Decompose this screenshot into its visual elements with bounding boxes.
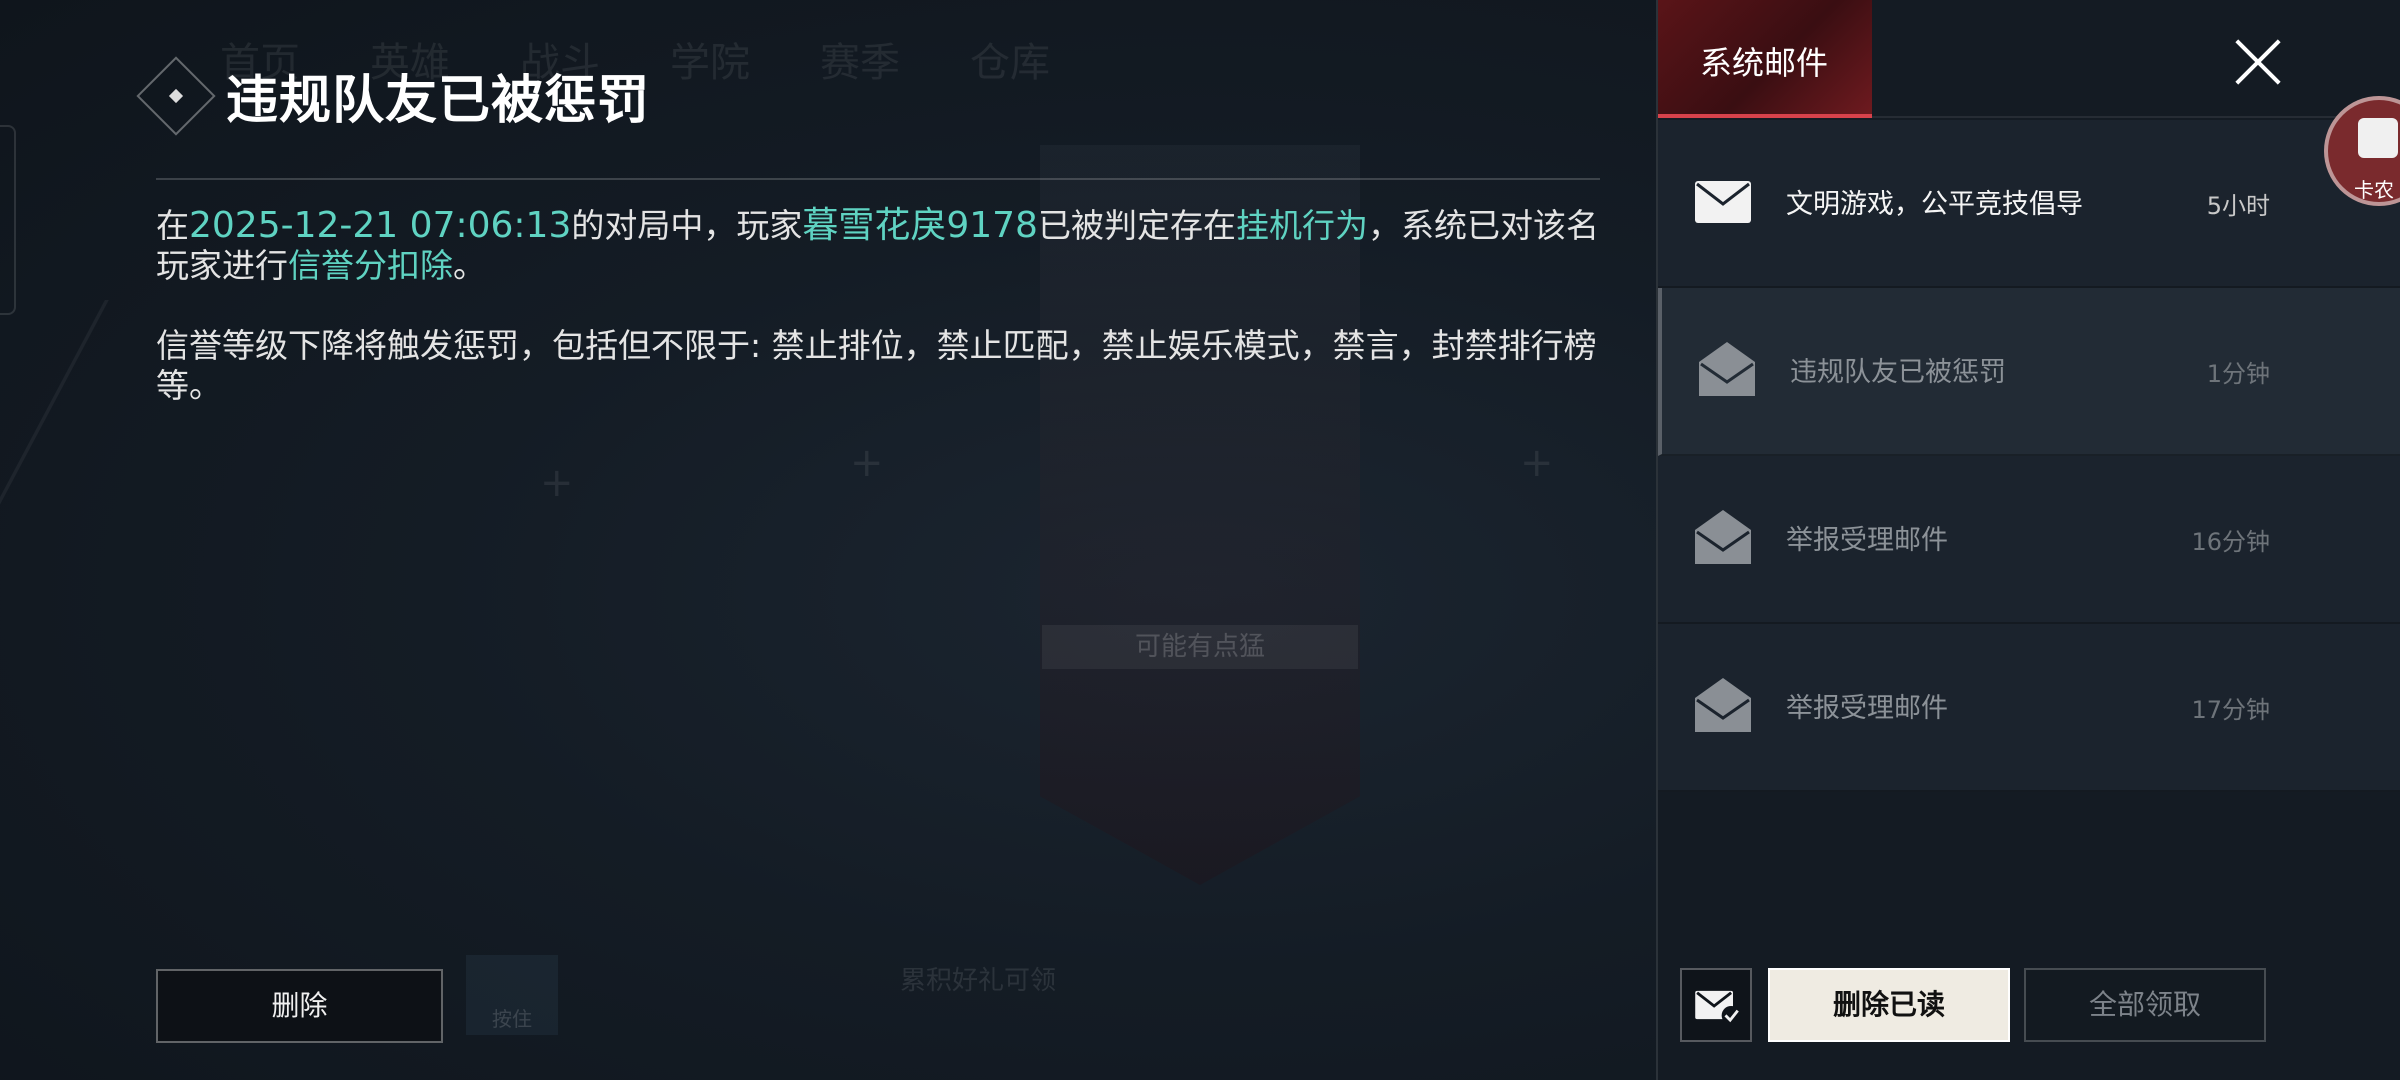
mail-paragraph-2: 信誉等级下降将触发惩罚，包括但不限于: 禁止排位，禁止匹配，禁止娱乐模式，禁言，… — [156, 326, 1597, 405]
claim-all-button[interactable]: 全部领取 — [2024, 968, 2266, 1042]
mail-detail-body: 在2025-12-21 07:06:13的对局中，玩家暮雪花戾9178已被判定存… — [156, 206, 1602, 406]
tab-system-mail[interactable]: 系统邮件 — [1658, 0, 1872, 118]
envelope-open-icon — [1699, 342, 1755, 396]
mail-list-item[interactable]: 文明游戏，公平竞技倡导 5小时 — [1658, 120, 2400, 288]
envelope-closed-icon — [1695, 181, 1751, 223]
close-icon[interactable] — [2226, 30, 2290, 94]
mail-list-item[interactable]: 举报受理邮件 17分钟 — [1658, 624, 2400, 792]
avatar-face — [2358, 118, 2398, 158]
mail-subject: 违规队友已被惩罚 — [1790, 357, 2006, 388]
text: 的对局中，玩家 — [571, 206, 803, 245]
text: 。 — [453, 246, 486, 285]
mail-panel: 系统邮件 文明游戏，公平竞技倡导 5小时 违规队友已被惩罚 1分钟 举报受理邮件… — [1656, 0, 2400, 1080]
avatar-label: 卡农 — [2354, 178, 2394, 202]
envelope-open-icon — [1695, 678, 1751, 732]
diamond-icon — [136, 55, 216, 136]
delete-read-button[interactable]: 删除已读 — [1768, 968, 2010, 1042]
mail-panel-header: 系统邮件 — [1658, 0, 2400, 118]
mail-subject: 举报受理邮件 — [1786, 525, 1948, 556]
mark-read-button[interactable] — [1680, 968, 1752, 1042]
mail-panel-footer: 删除已读 全部领取 — [1658, 968, 2400, 1044]
match-datetime: 2025-12-21 07:06:13 — [189, 205, 572, 246]
mail-list-item[interactable]: 举报受理邮件 16分钟 — [1658, 456, 2400, 624]
envelope-open-icon — [1695, 510, 1751, 564]
mail-subject: 举报受理邮件 — [1786, 693, 1948, 724]
mail-time: 5小时 — [2206, 192, 2270, 220]
delete-button[interactable]: 删除 — [156, 969, 443, 1043]
mail-paragraph-1: 在2025-12-21 07:06:13的对局中，玩家暮雪花戾9178已被判定存… — [156, 206, 1602, 286]
mail-time: 1分钟 — [2206, 360, 2270, 388]
penalty-action: 信誉分扣除 — [288, 246, 453, 285]
text: 已被判定存在 — [1037, 206, 1236, 245]
violation-behavior: 挂机行为 — [1235, 206, 1368, 245]
envelope-check-icon — [1695, 990, 1741, 1025]
mail-detail: 违规队友已被惩罚 在2025-12-21 07:06:13的对局中，玩家暮雪花戾… — [0, 0, 1656, 1080]
mail-subject: 文明游戏，公平竞技倡导 — [1786, 189, 2083, 220]
mail-time: 17分钟 — [2191, 696, 2270, 724]
mail-time: 16分钟 — [2191, 528, 2270, 556]
mail-list: 文明游戏，公平竞技倡导 5小时 违规队友已被惩罚 1分钟 举报受理邮件 16分钟 — [1658, 120, 2400, 792]
mail-detail-header: 违规队友已被惩罚 — [136, 55, 651, 136]
text: 在 — [156, 206, 189, 245]
mail-detail-title: 违规队友已被惩罚 — [226, 71, 651, 131]
divider — [156, 178, 1600, 180]
player-name: 暮雪花戾9178 — [802, 205, 1038, 246]
mail-list-item[interactable]: 违规队友已被惩罚 1分钟 — [1658, 288, 2400, 456]
